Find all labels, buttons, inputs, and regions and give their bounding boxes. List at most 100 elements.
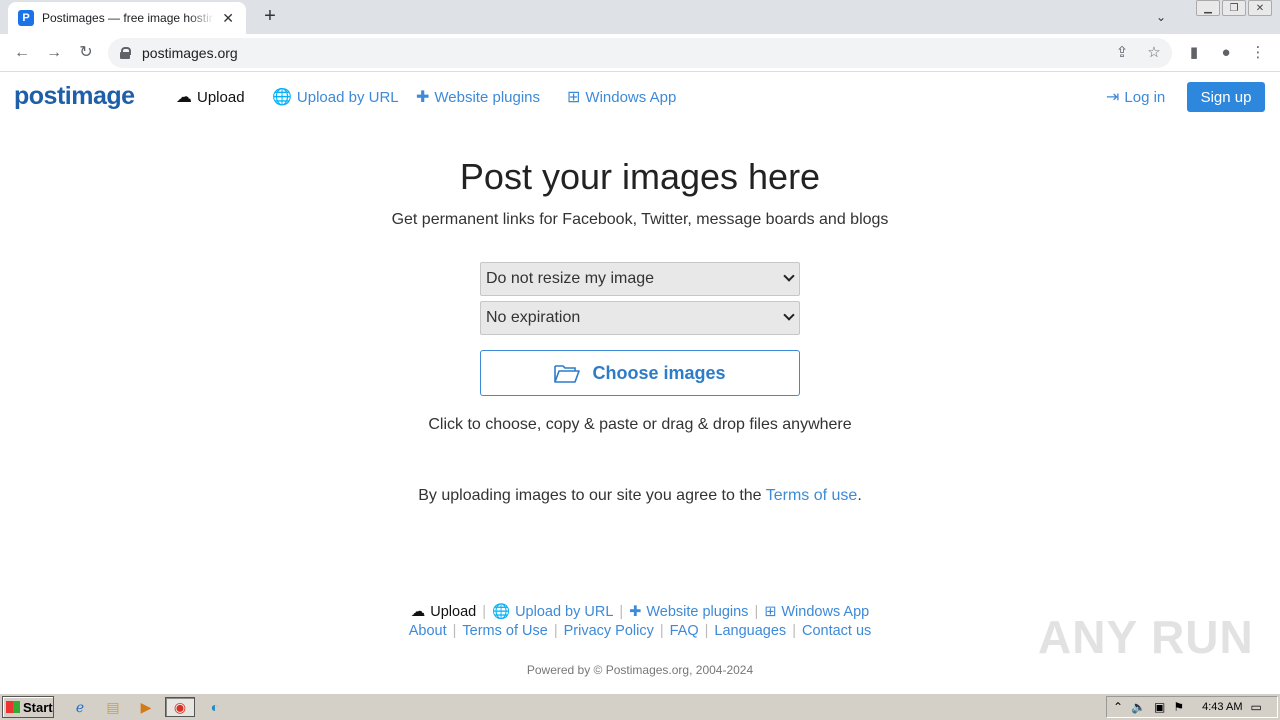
footer-about[interactable]: About <box>409 623 447 639</box>
tray-expand-icon[interactable]: ⌃ <box>1113 700 1123 714</box>
footer-upload-by-url[interactable]: 🌐 Upload by URL <box>492 603 614 621</box>
footer-upload[interactable]: ☁ Upload <box>411 604 476 620</box>
system-tray: ⌃ 🔈 ▣ ⚑ 4:43 AM ▭ <box>1106 696 1278 718</box>
separator: | <box>792 623 796 639</box>
terms-notice: By uploading images to our site you agre… <box>0 487 1280 505</box>
expiration-select[interactable]: No expiration <box>480 301 800 335</box>
terms-link[interactable]: Terms of use <box>766 487 858 504</box>
start-label: Start <box>23 699 53 715</box>
separator: | <box>704 623 709 639</box>
start-button[interactable]: Start <box>2 696 54 718</box>
nav-upload-by-url-label: Upload by URL <box>296 88 399 106</box>
anyrun-watermark: ANY RUN <box>1038 611 1254 663</box>
footer-windows-app-label: Windows App <box>781 603 870 620</box>
separator: | <box>754 603 759 620</box>
tab-title: Postimages — free image hosting / image … <box>42 11 215 25</box>
separator: | <box>659 623 664 639</box>
nav-upload-label: Upload <box>197 88 245 106</box>
nav-windows-app[interactable]: ⊞ Windows App <box>567 87 676 107</box>
reload-icon[interactable]: ↻ <box>75 42 97 64</box>
windows-logo-icon: ⊞ <box>567 89 581 106</box>
resize-select-value: Do not resize my image <box>486 270 655 287</box>
menu-kebab-icon[interactable]: ⋮ <box>1247 42 1269 64</box>
terms-prefix: By uploading images to our site you agre… <box>418 487 762 504</box>
page-subtitle: Get permanent links for Facebook, Twitte… <box>391 211 889 228</box>
page-title: Post your images here <box>459 156 821 197</box>
separator: | <box>482 603 486 620</box>
address-bar[interactable]: postimages.org <box>108 38 1172 68</box>
windows-logo-icon: ⊞ <box>764 603 777 620</box>
bookmark-star-icon[interactable]: ☆ <box>1143 42 1165 64</box>
close-window-icon[interactable]: ✕ <box>1248 0 1272 16</box>
nav-login[interactable]: ⇥ Log in <box>1106 87 1165 107</box>
footer-windows-app[interactable]: ⊞ Windows App <box>764 604 869 620</box>
windows-flag-icon <box>6 701 20 713</box>
powered-by: Powered by © Postimages.org, 2004-2024 <box>526 663 754 677</box>
footer-contact-us[interactable]: Contact us <box>802 623 871 639</box>
new-tab-plus-icon[interactable]: + <box>258 6 282 28</box>
footer-website-plugins[interactable]: ✚ Website plugins <box>629 604 748 620</box>
globe-icon: 🌐 <box>272 89 292 106</box>
folder-open-icon <box>554 365 581 383</box>
nav-login-label: Log in <box>1124 88 1166 106</box>
cloud-upload-icon: ☁ <box>176 89 192 106</box>
sign-in-icon: ⇥ <box>1106 89 1120 106</box>
choose-images-button[interactable]: Choose images <box>480 350 800 396</box>
internet-explorer-icon[interactable]: ℯ <box>69 697 91 717</box>
back-arrow-icon[interactable]: ← <box>11 42 33 64</box>
nav-website-plugins-label: Website plugins <box>434 88 541 106</box>
windows-taskbar: Start ℯ ▤ ▶ ◉ ◐ ⌃ 🔈 ▣ ⚑ 4:43 AM ▭ <box>0 693 1280 720</box>
address-url[interactable]: postimages.org <box>142 45 238 61</box>
footer-upload-label: Upload <box>430 603 477 620</box>
flag-icon[interactable]: ⚑ <box>1173 700 1184 714</box>
volume-icon[interactable]: 🔈 <box>1131 700 1146 714</box>
signup-button[interactable]: Sign up <box>1187 82 1265 112</box>
media-player-icon[interactable]: ▶ <box>135 697 157 717</box>
profile-avatar-icon[interactable]: ● <box>1215 42 1237 64</box>
nav-website-plugins[interactable]: ✚ Website plugins <box>416 87 540 107</box>
postimage-logo[interactable]: postimage <box>14 82 135 111</box>
side-panel-icon[interactable]: ▮ <box>1183 42 1205 64</box>
network-icon[interactable]: ▣ <box>1154 700 1165 714</box>
browser-tab[interactable]: P Postimages — free image hosting / imag… <box>8 2 246 34</box>
browser-toolbar: ← → ↻ postimages.org ⇪ ☆ ▮ ● ⋮ <box>0 34 1280 72</box>
expiration-select-value: No expiration <box>486 309 581 326</box>
tab-strip: P Postimages — free image hosting / imag… <box>0 0 1280 34</box>
window-controls: ▁ ❐ ✕ <box>1196 0 1272 16</box>
clock[interactable]: 4:43 AM <box>1202 701 1242 713</box>
puzzle-icon: ✚ <box>416 89 430 106</box>
upload-hint: Click to choose, copy & paste or drag & … <box>428 416 852 433</box>
show-desktop-icon[interactable]: ▭ <box>1250 700 1261 714</box>
chevron-down-icon <box>783 270 795 282</box>
minimize-icon[interactable]: ▁ <box>1196 0 1220 16</box>
separator: | <box>619 603 624 620</box>
lock-icon[interactable] <box>120 47 131 59</box>
nav-upload[interactable]: ☁ Upload <box>176 87 245 107</box>
terms-suffix: . <box>857 487 862 504</box>
resize-select[interactable]: Do not resize my image <box>480 262 800 296</box>
separator: | <box>452 623 457 639</box>
footer-upload-by-url-label: Upload by URL <box>515 603 614 620</box>
restore-icon[interactable]: ❐ <box>1222 0 1246 16</box>
cloud-upload-icon: ☁ <box>410 603 426 620</box>
file-explorer-icon[interactable]: ▤ <box>102 697 124 717</box>
separator: | <box>553 623 558 639</box>
edge-icon[interactable]: ◐ <box>204 697 226 717</box>
footer-privacy-policy[interactable]: Privacy Policy <box>564 623 654 639</box>
share-icon[interactable]: ⇪ <box>1111 42 1133 64</box>
tab-search-chevron-icon[interactable]: ⌄ <box>1150 6 1172 28</box>
nav-upload-by-url[interactable]: 🌐 Upload by URL <box>272 87 399 107</box>
nav-windows-app-label: Windows App <box>585 88 677 106</box>
tab-close-icon[interactable]: ✕ <box>220 10 236 27</box>
footer-website-plugins-label: Website plugins <box>646 603 749 620</box>
footer-terms-of-use[interactable]: Terms of Use <box>462 623 547 639</box>
globe-icon: 🌐 <box>492 604 511 620</box>
site-header: postimage ☁ Upload 🌐 Upload by URL ✚ Web… <box>0 72 1280 122</box>
postimages-favicon-icon: P <box>18 10 34 26</box>
chevron-down-icon <box>783 309 795 321</box>
forward-arrow-icon[interactable]: → <box>43 42 65 64</box>
footer-languages[interactable]: Languages <box>714 623 786 639</box>
chrome-taskbar-icon[interactable]: ◉ <box>165 697 195 717</box>
footer-faq[interactable]: FAQ <box>670 623 699 639</box>
choose-images-label: Choose images <box>592 362 726 383</box>
